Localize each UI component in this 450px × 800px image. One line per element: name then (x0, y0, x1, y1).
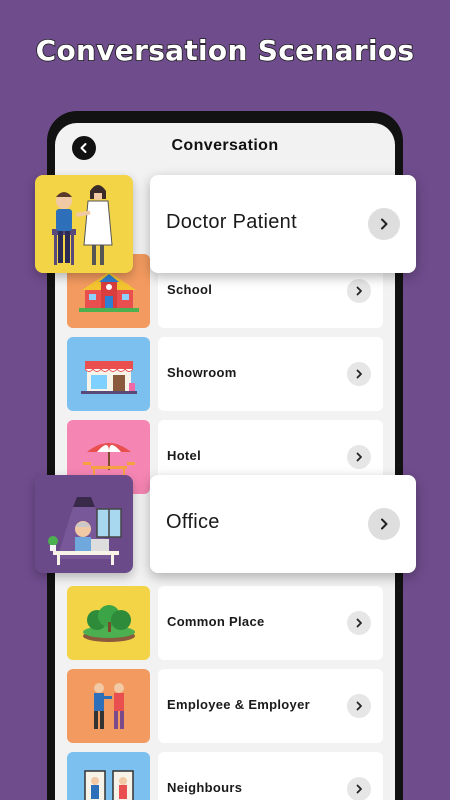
chevron-button[interactable] (368, 508, 400, 540)
list-item-label: Neighbours (167, 780, 243, 795)
office-icon (48, 497, 122, 565)
top-bar: Conversation (55, 123, 395, 173)
school-icon (78, 272, 139, 312)
chevron-right-icon (356, 452, 362, 462)
chevron-button[interactable] (347, 362, 371, 386)
neighbours-card[interactable]: Neighbours (158, 752, 383, 800)
list-item-neighbours[interactable]: Neighbours (67, 752, 383, 800)
list-item-label: Employee & Employer (167, 697, 310, 712)
page-headline: Conversation Scenarios (35, 33, 415, 68)
featured-item-office[interactable]: Office (35, 475, 416, 573)
featured-item-label: Office (166, 511, 220, 533)
people-icon (93, 683, 124, 729)
showroom-card[interactable]: Showroom (158, 337, 383, 411)
list-item-common-place[interactable]: Common Place (67, 586, 383, 660)
chevron-button[interactable] (347, 777, 371, 800)
list-item-label: School (167, 282, 213, 297)
list-item-label: Common Place (167, 614, 265, 629)
list-item-showroom[interactable]: Showroom (67, 337, 383, 411)
chevron-button[interactable] (347, 611, 371, 635)
showroom-icon (80, 361, 137, 394)
chevron-right-icon (356, 286, 362, 296)
common-place-thumbnail (67, 586, 150, 660)
office-thumbnail (35, 475, 133, 573)
chevron-right-icon (381, 218, 388, 230)
chevron-right-icon (381, 518, 388, 530)
chevron-right-icon (356, 701, 362, 711)
list-item-employee-employer[interactable]: Employee & Employer (67, 669, 383, 743)
screen-title: Conversation (171, 137, 279, 154)
doctor-patient-icon (52, 185, 113, 265)
neighbours-thumbnail (67, 752, 150, 800)
chevron-button[interactable] (347, 694, 371, 718)
common-place-card[interactable]: Common Place (158, 586, 383, 660)
neighbours-icon (83, 770, 134, 800)
employee-employer-thumbnail (67, 669, 150, 743)
employee-employer-card[interactable]: Employee & Employer (158, 669, 383, 743)
list-item-label: Showroom (167, 365, 237, 380)
park-icon (82, 605, 135, 642)
chevron-right-icon (356, 618, 362, 628)
showroom-thumbnail (67, 337, 150, 411)
featured-item-doctor-patient[interactable]: Doctor Patient (35, 175, 416, 273)
list-item-label: Hotel (167, 448, 201, 463)
doctor-patient-thumbnail (35, 175, 133, 273)
doctor-patient-card[interactable]: Doctor Patient (150, 175, 416, 273)
featured-item-label: Doctor Patient (166, 211, 297, 233)
chevron-button[interactable] (368, 208, 400, 240)
chevron-right-icon (356, 784, 362, 794)
office-card[interactable]: Office (150, 475, 416, 573)
chevron-right-icon (356, 369, 362, 379)
chevron-button[interactable] (347, 445, 371, 469)
chevron-button[interactable] (347, 279, 371, 303)
